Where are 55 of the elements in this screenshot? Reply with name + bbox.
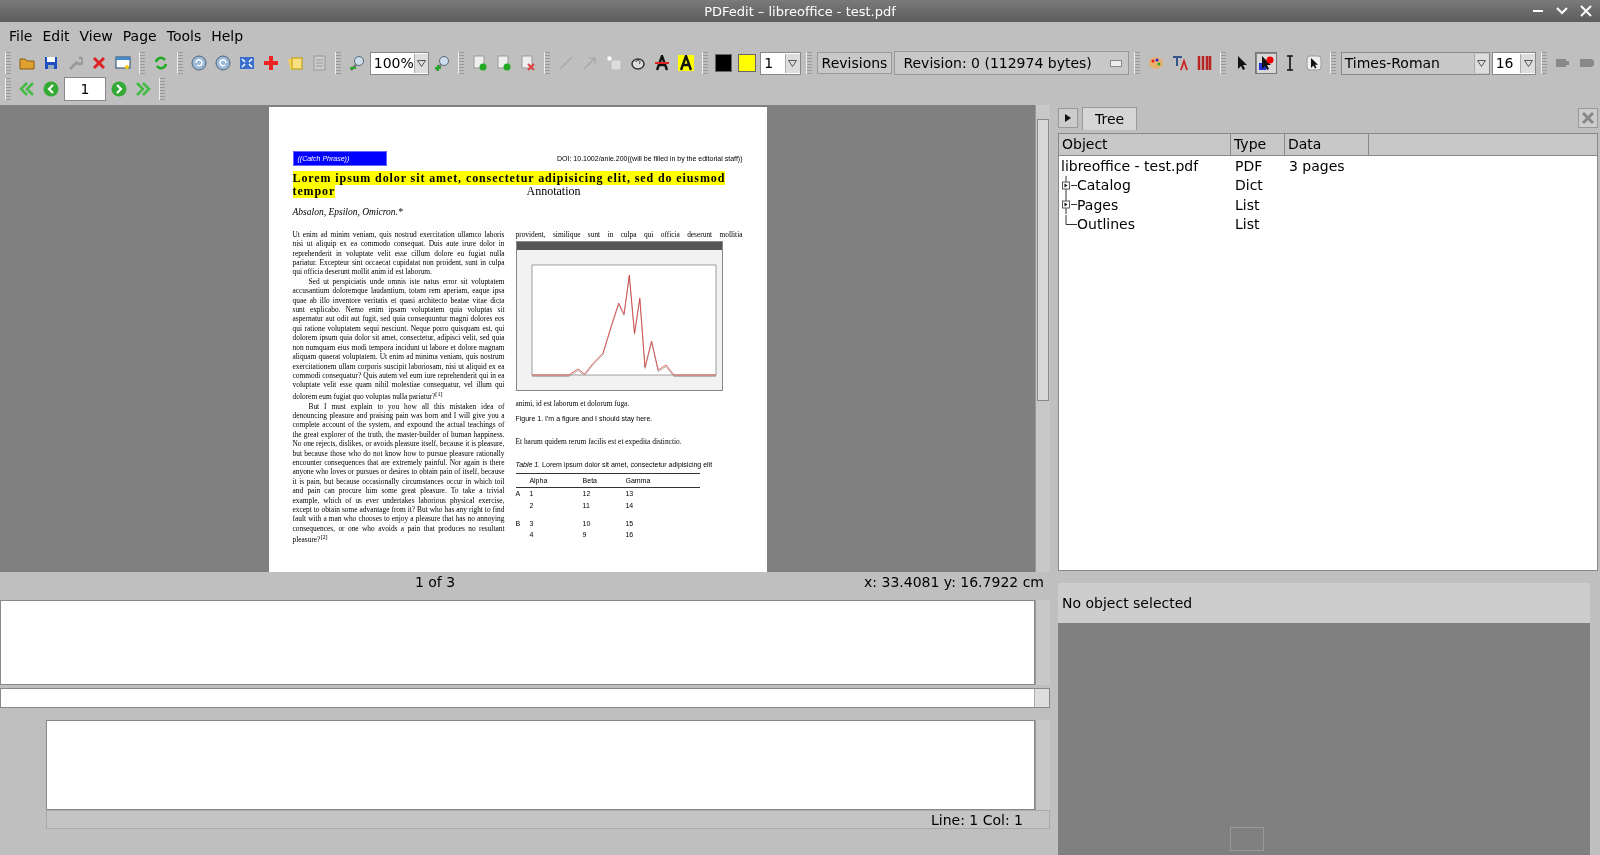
revision-combo[interactable]: Revision: 0 (112974 bytes) xyxy=(894,51,1129,75)
type-text: List xyxy=(1235,216,1260,233)
dropdown-arrow-icon xyxy=(416,59,426,67)
type-text: Dict xyxy=(1235,177,1263,194)
scrollbar[interactable] xyxy=(1035,720,1050,810)
column-header[interactable]: Object xyxy=(1059,134,1231,156)
dropdown-arrow-icon xyxy=(1477,59,1487,67)
scrollbar[interactable] xyxy=(1035,105,1050,572)
menu-item[interactable]: File xyxy=(4,24,38,48)
type-text: PDF xyxy=(1235,157,1263,174)
tree-item[interactable]: Outlines xyxy=(1077,216,1135,233)
page-field[interactable]: 1 xyxy=(64,77,106,101)
expand-toggle-icon[interactable] xyxy=(1061,195,1077,215)
font-combo[interactable]: Times-Roman xyxy=(1340,51,1490,75)
annotation-text: Annotation xyxy=(526,185,581,199)
close-icon xyxy=(1580,5,1592,17)
tree-tab[interactable]: Tree xyxy=(1082,106,1138,130)
revisions-button[interactable]: Revisions xyxy=(816,52,893,74)
line-width-combo[interactable]: 1 xyxy=(760,51,801,75)
select-icon[interactable] xyxy=(1254,52,1277,74)
tree-item[interactable]: Pages xyxy=(1077,196,1119,213)
page-count: 1 of 3 xyxy=(413,574,457,590)
menu-item[interactable]: Page xyxy=(117,24,162,48)
color-swatch[interactable] xyxy=(738,54,757,72)
menu-item[interactable]: Tools xyxy=(161,24,207,48)
type-text: List xyxy=(1235,196,1260,213)
chevron-icon xyxy=(1556,7,1568,15)
color-swatch[interactable] xyxy=(714,54,733,72)
font-size-combo[interactable]: 16 xyxy=(1491,51,1537,75)
scrollbar[interactable] xyxy=(1035,600,1050,685)
zoom-combo[interactable]: 100% xyxy=(369,51,429,75)
tree-connector-icon xyxy=(1065,214,1077,225)
window-title: PDFedit – libreoffice - test.pdf xyxy=(704,3,896,19)
status-message: No object selected xyxy=(1062,595,1193,611)
menu-item[interactable]: Edit xyxy=(37,24,75,48)
minimize-icon xyxy=(1532,9,1544,13)
cursor-position: Line: 1 Col: 1 xyxy=(46,810,1050,829)
expand-toggle-icon[interactable] xyxy=(1061,175,1077,195)
dropdown-arrow-icon xyxy=(788,59,798,67)
cursor-coordinates: x: 33.4081 y: 16.7922 cm xyxy=(864,574,1044,590)
status-panel xyxy=(1230,827,1264,851)
close-icon xyxy=(1581,111,1595,125)
script-editor[interactable] xyxy=(46,720,1035,810)
column-header[interactable]: Data xyxy=(1285,134,1369,156)
tree-item[interactable]: libreoffice - test.pdf xyxy=(1061,157,1199,174)
menu-item[interactable]: Help xyxy=(206,24,249,48)
tree-item[interactable]: Catalog xyxy=(1077,177,1131,194)
play-icon xyxy=(1064,113,1072,123)
data-text: 3 pages xyxy=(1289,157,1345,174)
play-button[interactable] xyxy=(1058,108,1078,128)
command-field[interactable] xyxy=(0,688,1050,708)
authors-text: Absalon, Epsilon, Omicron.* xyxy=(292,208,404,218)
dropdown-arrow-icon xyxy=(1523,59,1533,67)
menu-item[interactable]: View xyxy=(74,24,118,48)
column-header[interactable]: Type xyxy=(1231,134,1285,156)
